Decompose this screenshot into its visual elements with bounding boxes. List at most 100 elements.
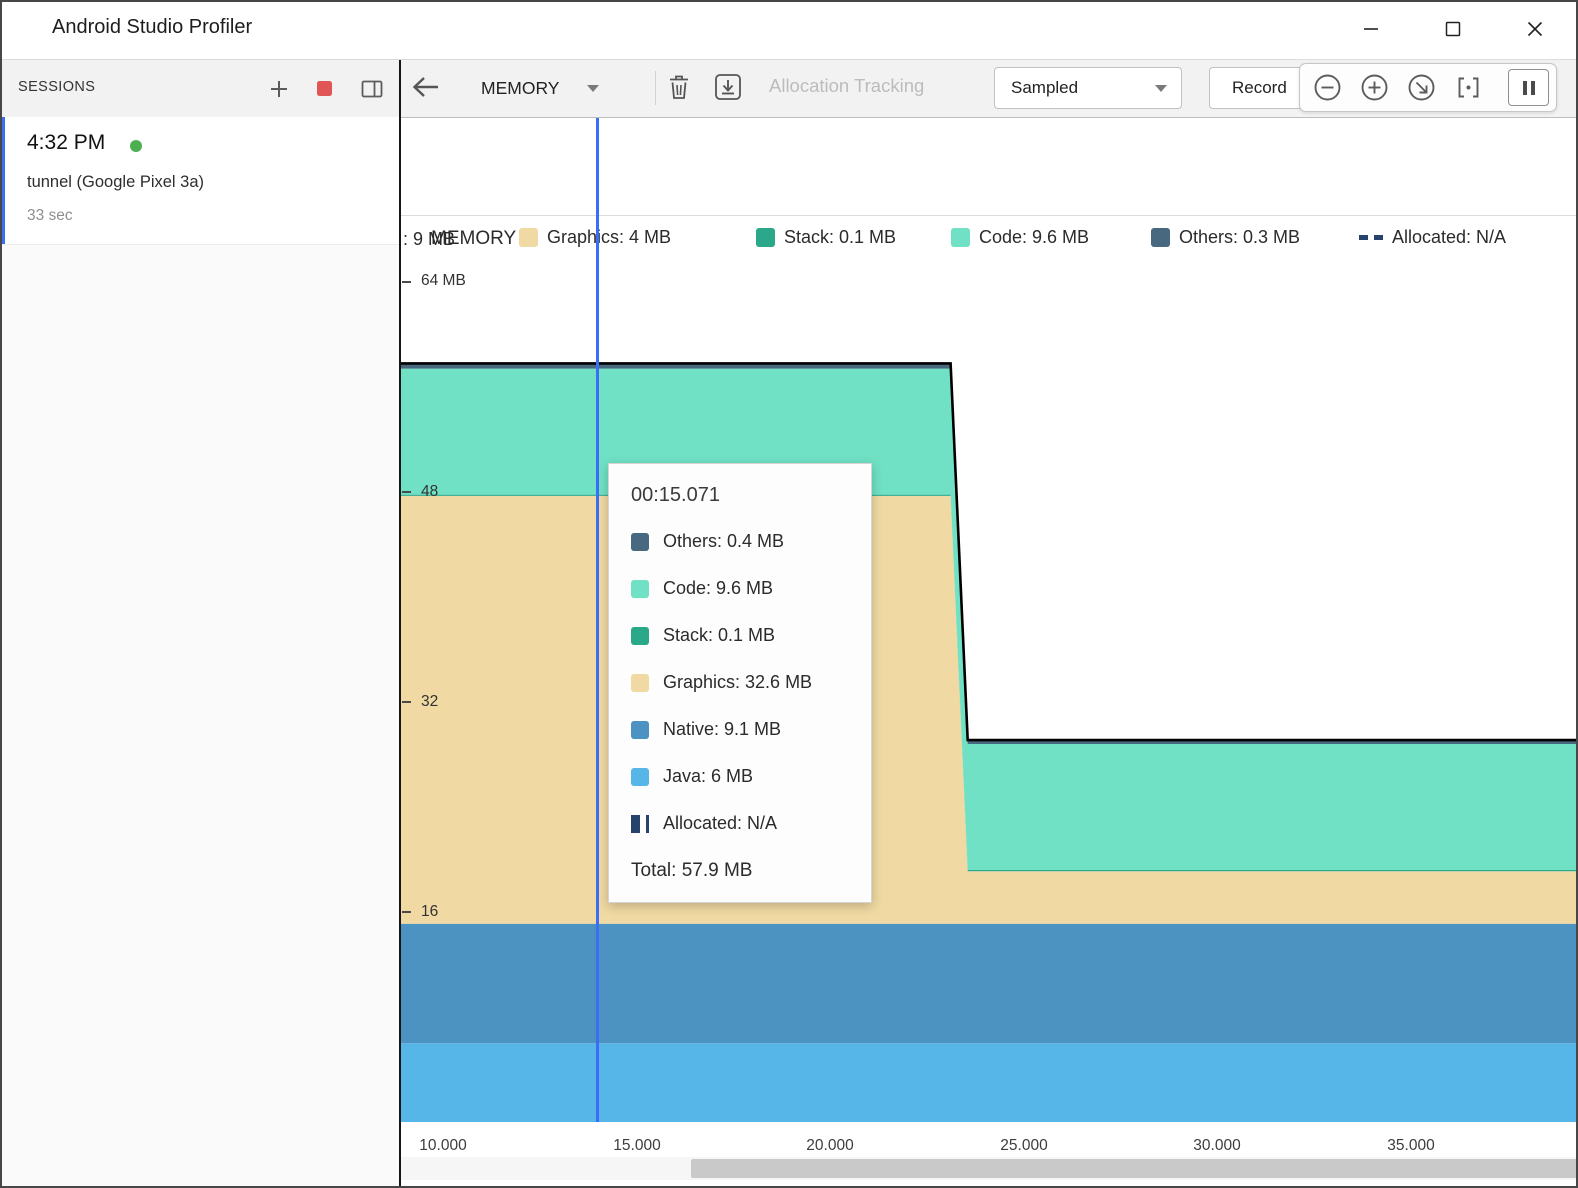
profiler-window: Android Studio Profiler SESSIONS [0,0,1578,1188]
tooltip-row-graphics: Graphics: 32.6 MB [631,672,849,693]
plus-icon [270,80,288,98]
stage-dropdown[interactable]: MEMORY [473,70,607,106]
y-tick-mark [402,281,411,283]
tooltip-total: Total: 57.9 MB [631,860,849,882]
y-max-label: 64 MB [421,272,466,290]
memory-stage-label: MEMORY [431,228,516,250]
reset-zoom-icon [1406,72,1437,103]
legend-label-graphics: Graphics: 4 MB [547,227,671,248]
session-device: tunnel (Google Pixel 3a) [27,173,204,192]
session-duration: 33 sec [27,207,73,225]
chevron-down-icon [587,85,599,92]
x-tick-label: 15.000 [597,1137,677,1155]
y-tick-mark [402,701,411,703]
maximize-icon [1445,21,1461,37]
pause-live-button[interactable] [1508,69,1549,106]
memory-chart-pane: : 9 MB MEMORY Graphics: 4 MB Stack: 0.1 … [401,117,1578,1188]
heap-dump-button[interactable] [713,72,743,102]
tracking-mode-select[interactable]: Sampled [994,67,1182,109]
zoom-controls-panel [1299,63,1557,112]
x-tick-label: 10.000 [403,1137,483,1155]
legend-label-allocated: Allocated: N/A [1392,227,1506,248]
zoom-in-button[interactable] [1359,72,1390,103]
zoom-out-button[interactable] [1312,72,1343,103]
y-tick-label-48: 48 [421,483,438,501]
tooltip-swatch-code [631,580,649,598]
record-button-label: Record [1232,78,1287,98]
session-live-indicator [130,140,142,152]
scrollbar-thumb[interactable] [691,1159,1577,1178]
memory-chart[interactable] [401,117,1578,1188]
tooltip-label-code: Code: 9.6 MB [663,578,773,599]
add-session-button[interactable] [270,80,288,98]
pause-icon [1520,79,1538,97]
chart-top-divider [401,215,1578,216]
tooltip-row-others: Others: 0.4 MB [631,531,849,552]
toolbar-separator [655,71,656,105]
tooltip-label-others: Others: 0.4 MB [663,531,784,552]
legend-swatch-allocated [1359,235,1383,240]
chart-area-native [401,924,1578,1044]
tooltip-swatch-native [631,721,649,739]
back-button[interactable] [411,74,441,100]
legend-label-code: Code: 9.6 MB [979,227,1089,248]
stop-icon [317,81,332,96]
reset-zoom-button[interactable] [1406,72,1437,103]
minimize-icon [1363,21,1379,37]
tracking-mode-value: Sampled [1011,78,1078,98]
profiler-toolbar: MEMORY Allocation Tracking Sampled [401,60,1578,118]
close-icon [1527,21,1543,37]
y-tick-mark [402,491,411,493]
minimize-button[interactable] [1330,0,1412,58]
sessions-panel-toggle-button[interactable] [361,80,383,98]
maximize-button[interactable] [1412,0,1494,58]
tooltip-row-native: Native: 9.1 MB [631,719,849,740]
session-selected-bar [0,117,5,244]
tooltip-swatch-allocated [631,815,649,833]
stop-session-button[interactable] [317,81,332,96]
legend-label-others: Others: 0.3 MB [1179,227,1300,248]
window-controls [1330,0,1576,59]
tooltip-time: 00:15.071 [631,484,849,507]
allocation-tracking-label: Allocation Tracking [769,75,924,97]
legend-item-stack: Stack: 0.1 MB [756,227,896,248]
zoom-in-icon [1359,72,1390,103]
tooltip-swatch-java [631,768,649,786]
legend-item-allocated: Allocated: N/A [1359,227,1506,248]
trash-icon [665,72,693,102]
legend-swatch-stack [756,228,775,247]
x-tick-label: 35.000 [1371,1137,1451,1155]
y-tick-label-32: 32 [421,693,438,711]
stage-dropdown-label: MEMORY [481,78,559,99]
sessions-header: SESSIONS [0,60,399,118]
tooltip-row-code: Code: 9.6 MB [631,578,849,599]
back-arrow-icon [411,74,441,100]
tooltip-swatch-stack [631,627,649,645]
session-time: 4:32 PM [27,131,105,155]
tooltip-swatch-graphics [631,674,649,692]
horizontal-scrollbar[interactable] [401,1157,1578,1180]
title-bar: Android Studio Profiler [0,0,1578,60]
x-tick-label: 30.000 [1177,1137,1257,1155]
collapse-panel-icon [361,80,383,98]
tooltip-row-allocated: Allocated: N/A [631,813,849,834]
session-item[interactable]: 4:32 PM tunnel (Google Pixel 3a) 33 sec [0,117,399,245]
tooltip-label-native: Native: 9.1 MB [663,719,781,740]
chart-area-java [401,1043,1578,1122]
tooltip-label-java: Java: 6 MB [663,766,753,787]
zoom-out-icon [1312,72,1343,103]
tooltip-label-graphics: Graphics: 32.6 MB [663,672,812,693]
legend-swatch-others [1151,228,1170,247]
window-title: Android Studio Profiler [52,16,252,39]
tooltip-row-java: Java: 6 MB [631,766,849,787]
sidebar-separator [399,60,401,1188]
tooltip-label-allocated: Allocated: N/A [663,813,777,834]
zoom-to-selection-button[interactable] [1453,72,1484,103]
frame-selection-icon [1453,72,1484,103]
timeline-indicator[interactable] [596,117,599,1122]
heap-dump-icon [713,72,743,102]
garbage-collection-button[interactable] [665,72,693,102]
chevron-down-icon [1155,85,1167,92]
close-button[interactable] [1494,0,1576,58]
y-tick-label-16: 16 [421,903,438,921]
